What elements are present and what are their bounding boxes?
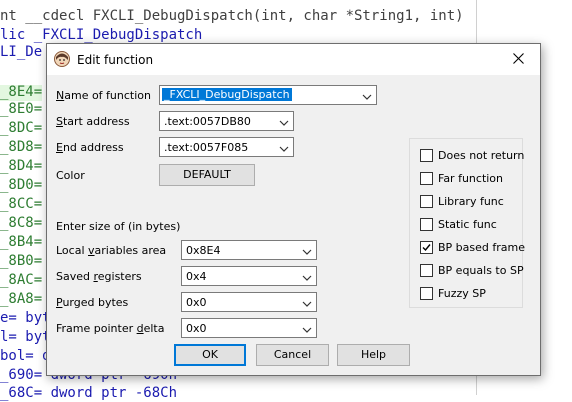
code-line: _68C= dword ptr -68Ch	[0, 385, 178, 401]
ok-button[interactable]: OK	[174, 344, 246, 366]
name-of-function-label: Name of function	[56, 89, 151, 102]
checkbox-label: BP based frame	[438, 241, 525, 254]
local-variables-value: 0x8E4	[186, 244, 221, 257]
code-line: lic _FXCLI_DebugDispatch	[0, 27, 203, 43]
help-button[interactable]: Help	[337, 344, 410, 366]
checkbox-box[interactable]	[420, 264, 433, 277]
frame-pointer-delta-label: Frame pointer delta	[56, 322, 164, 335]
function-flags-group: Does not return Far function Library fun…	[409, 138, 525, 308]
start-address-value: .text:0057DB80	[164, 115, 251, 128]
label-text: urged bytes	[62, 296, 129, 309]
purged-bytes-combobox[interactable]: 0x0	[181, 292, 317, 312]
start-address-label: Start address	[56, 115, 130, 128]
end-address-value: .text:0057F085	[164, 141, 249, 154]
dialog-titlebar[interactable]: Edit function	[47, 44, 540, 75]
checkbox-box[interactable]	[420, 218, 433, 231]
start-address-combobox[interactable]: .text:0057DB80	[159, 111, 294, 131]
size-section-header: Enter size of (in bytes)	[56, 220, 181, 233]
code-line: _8CC=	[0, 196, 43, 212]
code-line: l= byt	[0, 329, 51, 345]
frame-pointer-delta-value: 0x0	[186, 322, 207, 335]
checkmark-icon	[422, 244, 431, 252]
saved-registers-label: Saved registers	[56, 270, 142, 283]
label-text: tart address	[62, 115, 130, 128]
checkbox-label: Fuzzy SP	[438, 287, 486, 300]
accel-n: N	[56, 89, 65, 102]
code-line: _8C8=	[0, 215, 43, 231]
code-line: _8AC=	[0, 272, 43, 288]
code-line: _8E4=	[0, 84, 43, 101]
close-icon	[512, 52, 524, 67]
chevron-down-icon[interactable]	[279, 143, 289, 152]
chevron-down-icon[interactable]	[302, 324, 312, 333]
code-line: bol= d	[0, 348, 51, 364]
chevron-down-icon[interactable]	[302, 246, 312, 255]
purged-bytes-value: 0x0	[186, 296, 207, 309]
end-address-label: End address	[56, 141, 124, 154]
checkbox-box-checked[interactable]	[420, 241, 433, 254]
purged-bytes-label: Purged bytes	[56, 296, 128, 309]
accel-d: d	[136, 322, 144, 335]
label-text: nd address	[62, 141, 124, 154]
label-text: ariables area	[94, 244, 167, 257]
end-address-combobox[interactable]: .text:0057F085	[159, 137, 294, 157]
checkbox-label: Far function	[438, 172, 504, 185]
code-line: _8D8=	[0, 139, 43, 155]
ida-app-icon	[54, 51, 70, 67]
chevron-down-icon[interactable]	[362, 91, 372, 100]
local-variables-combobox[interactable]: 0x8E4	[181, 240, 317, 260]
code-line: nt __cdecl FXCLI_DebugDispatch(int, char…	[0, 8, 464, 24]
accel-e: E	[56, 141, 63, 154]
checkbox-label: BP equals to SP	[438, 264, 524, 277]
code-line: _8B0=	[0, 253, 43, 269]
checkbox-box[interactable]	[420, 287, 433, 300]
function-name-combobox[interactable]: _FXCLI_DebugDispatch	[159, 85, 377, 105]
chevron-down-icon[interactable]	[279, 117, 289, 126]
saved-registers-combobox[interactable]: 0x4	[181, 266, 317, 286]
checkbox-label: Library func	[438, 195, 504, 208]
color-default-button[interactable]: DEFAULT	[159, 164, 255, 186]
code-line: _8A8=	[0, 291, 43, 307]
code-line: _8E0=	[0, 101, 43, 117]
label-text: Local	[56, 244, 89, 257]
code-line: _8D4=	[0, 158, 43, 174]
cancel-button[interactable]: Cancel	[256, 344, 329, 366]
accel-s: S	[56, 115, 63, 128]
frame-pointer-delta-combobox[interactable]: 0x0	[181, 318, 317, 338]
function-name-value: _FXCLI_DebugDispatch	[162, 88, 292, 101]
saved-registers-value: 0x4	[186, 270, 207, 283]
code-line: LI_De	[0, 44, 43, 60]
edit-function-dialog: Edit function Name of function _FXCLI_De…	[46, 43, 541, 376]
code-line: e= byt	[0, 310, 51, 326]
checkbox-label: Does not return	[438, 149, 525, 162]
color-label: Color	[56, 169, 85, 182]
label-text: ame of function	[64, 89, 151, 102]
dialog-title: Edit function	[77, 53, 154, 67]
code-line: _8B4=	[0, 234, 43, 250]
label-text: egisters	[97, 270, 142, 283]
local-variables-label: Local variables area	[56, 244, 166, 257]
checkbox-box[interactable]	[420, 195, 433, 208]
checkbox-box[interactable]	[420, 172, 433, 185]
code-line: _8DC=	[0, 120, 43, 136]
code-line: _8D0=	[0, 177, 43, 193]
label-text: Frame pointer	[56, 322, 137, 335]
chevron-down-icon[interactable]	[302, 272, 312, 281]
close-button[interactable]	[496, 44, 540, 75]
checkbox-label: Static func	[438, 218, 497, 231]
chevron-down-icon[interactable]	[302, 298, 312, 307]
checkbox-box[interactable]	[420, 149, 433, 162]
label-text: Saved	[56, 270, 94, 283]
label-text: elta	[143, 322, 165, 335]
